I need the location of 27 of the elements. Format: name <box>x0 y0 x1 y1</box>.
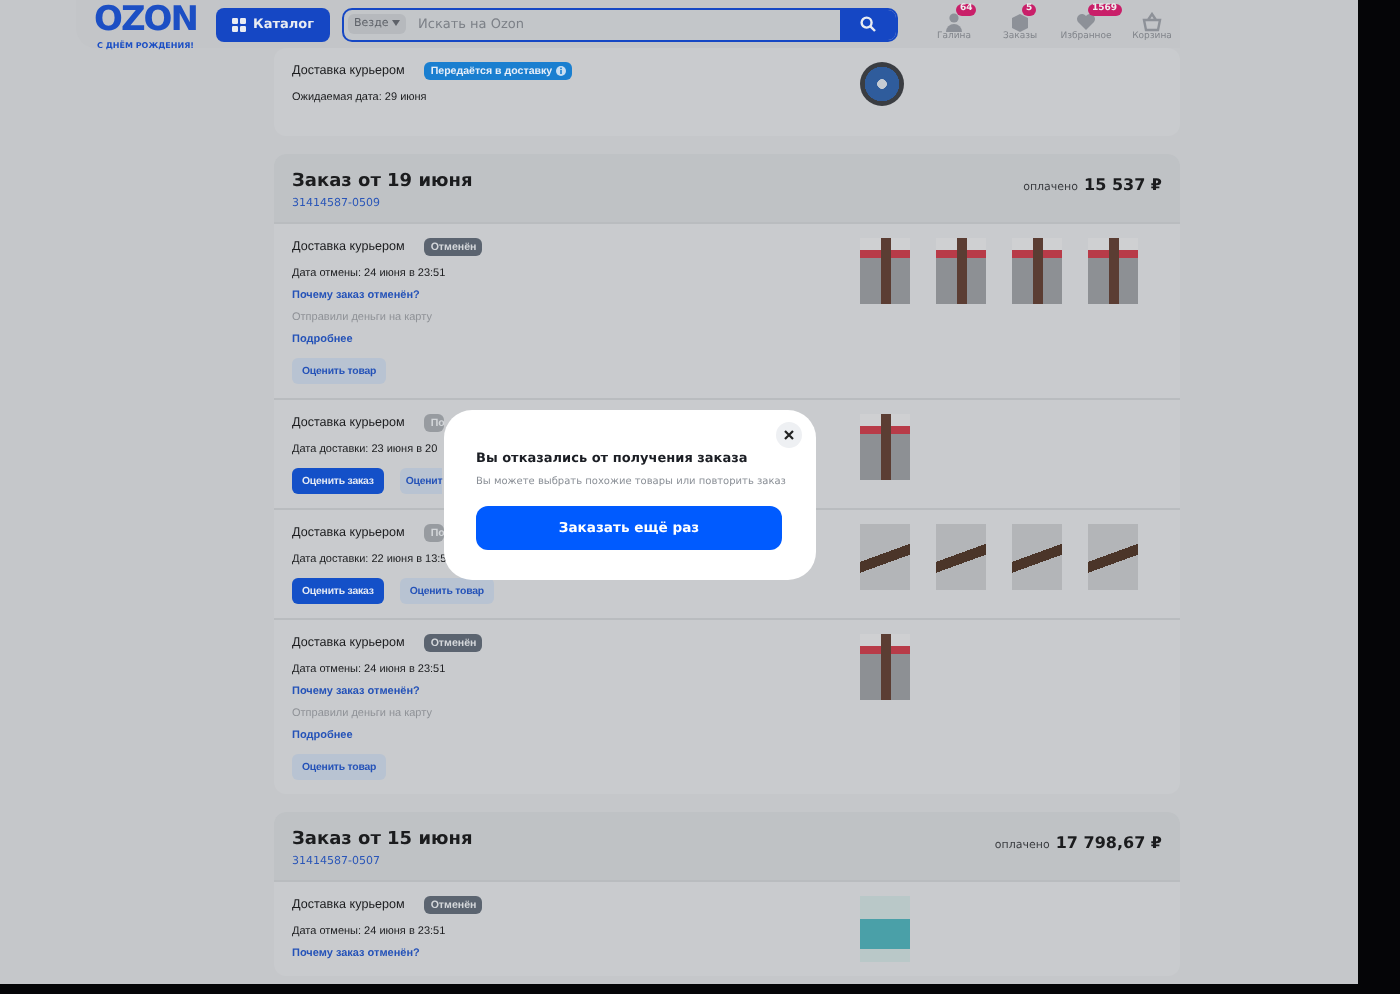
close-icon <box>784 430 794 440</box>
product-photo[interactable] <box>936 524 986 590</box>
search-icon <box>860 16 876 32</box>
product-photo[interactable] <box>860 634 910 700</box>
product-photo[interactable] <box>860 414 910 480</box>
order-title: Заказ от 15 июня <box>292 830 473 850</box>
caret-icon <box>392 20 401 26</box>
box-icon <box>1010 12 1030 32</box>
order-title: Заказ от 19 июня <box>292 172 473 192</box>
info-icon <box>556 66 567 76</box>
product-photo[interactable] <box>1012 524 1062 590</box>
user-icon <box>944 12 964 32</box>
product-photo[interactable] <box>1088 238 1138 304</box>
product-photo[interactable] <box>1088 524 1138 590</box>
heart-icon <box>1076 12 1096 32</box>
close-button[interactable] <box>776 422 802 448</box>
grid-icon <box>231 17 245 31</box>
order-amount: 15 537 ₽ <box>1084 176 1162 194</box>
product-photo[interactable] <box>936 238 986 304</box>
logo[interactable]: OZON <box>94 0 197 39</box>
product-photo[interactable] <box>860 238 910 304</box>
order-amount: 17 798,67 ₽ <box>1055 834 1162 852</box>
search-button[interactable] <box>840 9 896 39</box>
product-photo[interactable] <box>1012 238 1062 304</box>
basket-icon <box>1142 12 1162 32</box>
product-photo[interactable] <box>860 524 910 590</box>
product-photo[interactable] <box>860 62 904 106</box>
